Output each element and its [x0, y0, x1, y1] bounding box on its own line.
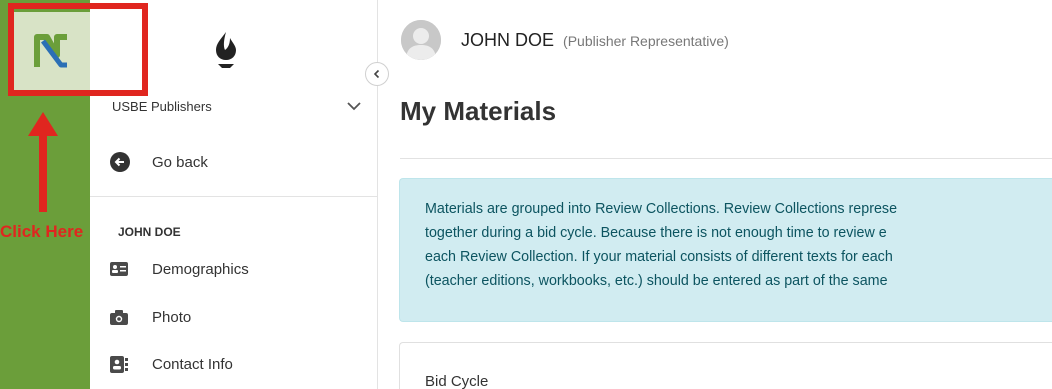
user-avatar-icon[interactable]	[401, 20, 441, 60]
address-book-icon	[110, 355, 128, 373]
sidebar-item-label: Demographics	[152, 260, 249, 278]
camera-icon	[110, 308, 128, 326]
go-back-link[interactable]: Go back	[110, 152, 208, 172]
sidebar-item-photo[interactable]: Photo	[110, 308, 191, 326]
sidebar-item-demographics[interactable]: Demographics	[110, 260, 249, 278]
flame-logo-icon	[212, 30, 240, 75]
app-root: USBE Publishers Go back JOHN DOE Demogra…	[0, 0, 1052, 389]
sidebar-item-label: Contact Info	[152, 355, 233, 373]
info-alert: Materials are grouped into Review Collec…	[399, 178, 1052, 322]
bid-cycle-card: Bid Cycle	[399, 342, 1052, 389]
callout-text: Click Here	[0, 222, 84, 241]
info-alert-line: together during a bid cycle. Because the…	[425, 225, 887, 241]
content-area: My Materials Materials are grouped into …	[379, 80, 1052, 389]
sidebar-divider	[90, 196, 378, 197]
arrow-left-circle-icon	[110, 152, 130, 172]
go-back-label: Go back	[152, 153, 208, 171]
sidebar-item-contact-info[interactable]: Contact Info	[110, 355, 233, 373]
info-alert-line: (teacher editions, workbooks, etc.) shou…	[425, 273, 888, 289]
info-alert-line: Materials are grouped into Review Collec…	[425, 201, 898, 217]
top-bar: JOHN DOE (Publisher Representative)	[379, 0, 1052, 80]
callout-arrow-up-icon	[28, 112, 58, 217]
title-divider	[400, 158, 1052, 159]
user-identity: JOHN DOE (Publisher Representative)	[461, 30, 729, 51]
sidebar-item-label: Photo	[152, 308, 192, 326]
user-role: (Publisher Representative)	[563, 33, 729, 49]
callout-highlight-box	[8, 3, 148, 96]
chevron-left-icon	[373, 69, 380, 79]
organization-select[interactable]: USBE Publishers	[112, 95, 362, 117]
info-alert-line: each Review Collection. If your material…	[425, 249, 893, 265]
bid-cycle-card-title: Bid Cycle	[425, 373, 489, 389]
organization-select-value: USBE Publishers	[112, 98, 212, 114]
id-card-icon	[110, 260, 128, 278]
main-panel: JOHN DOE (Publisher Representative) My M…	[379, 0, 1052, 389]
user-name: JOHN DOE	[461, 30, 555, 50]
sidebar-section-heading: JOHN DOE	[118, 225, 181, 239]
collapse-sidebar-button[interactable]	[365, 62, 389, 86]
page-title: My Materials	[400, 96, 557, 126]
chevron-down-icon	[347, 102, 361, 111]
